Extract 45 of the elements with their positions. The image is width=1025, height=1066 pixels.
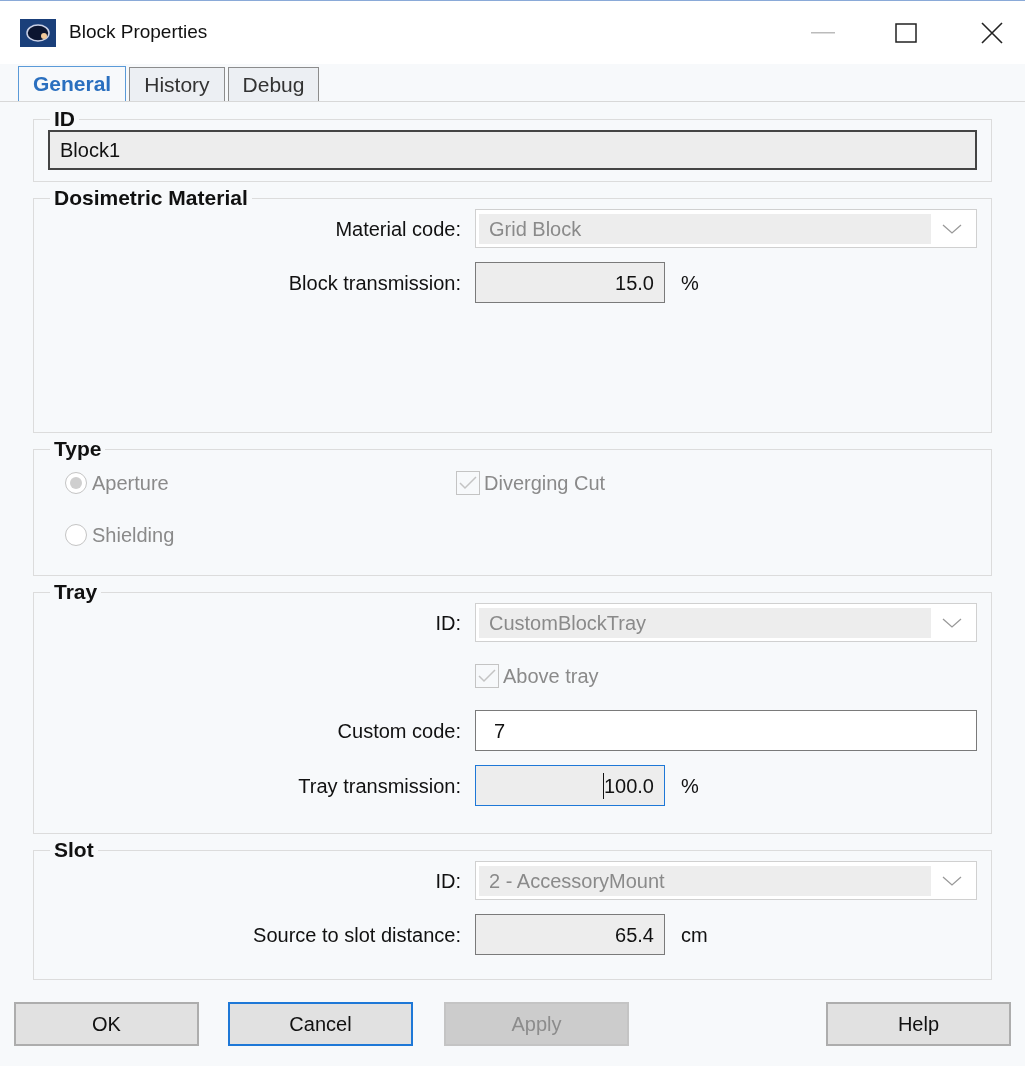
field-label: ID:: [435, 610, 461, 636]
field-label: Block transmission:: [288, 270, 461, 296]
input-field[interactable]: 7: [475, 710, 977, 751]
group-title: Slot: [53, 839, 95, 861]
field-value: Block1: [60, 138, 121, 163]
group-title: Dosimetric Material: [53, 187, 249, 209]
dropdown-value: Grid Block: [489, 216, 582, 242]
chevron-down-icon: [941, 874, 963, 887]
unit-label: %: [681, 773, 699, 799]
dialog-button[interactable]: Help: [826, 1002, 1011, 1046]
minimize-icon[interactable]: [811, 31, 835, 34]
number-field[interactable]: 15.0: [475, 262, 665, 303]
tab[interactable]: Debug: [227, 67, 320, 101]
dropdown-value: 2 - AccessoryMount: [489, 868, 665, 894]
dropdown-value: CustomBlockTray: [489, 610, 647, 636]
field-value: 100.0: [603, 773, 654, 799]
field-label: Source to slot distance:: [253, 922, 461, 948]
number-field[interactable]: 65.4: [475, 914, 665, 955]
dialog-button[interactable]: Cancel: [228, 1002, 413, 1046]
field-label: Custom code:: [337, 718, 461, 744]
option-label: Diverging Cut: [484, 471, 606, 496]
option-label: Above tray: [503, 664, 599, 689]
option-label: Shielding: [92, 523, 175, 548]
window-title: Block Properties: [69, 20, 208, 45]
chevron-down-icon: [941, 222, 963, 235]
option-label: Aperture: [92, 471, 169, 496]
app-icon: [20, 18, 56, 47]
unit-label: cm: [681, 922, 708, 948]
tab[interactable]: General: [18, 66, 127, 101]
field-value: 65.4: [615, 922, 654, 948]
chevron-down-icon: [941, 616, 963, 629]
dialog-button[interactable]: OK: [14, 1002, 199, 1046]
group-title: Type: [53, 438, 103, 460]
group-title: Tray: [53, 581, 99, 603]
field-value: 15.0: [615, 270, 654, 296]
unit-label: %: [681, 270, 699, 296]
maximize-icon[interactable]: [895, 22, 917, 43]
close-icon[interactable]: [981, 21, 1003, 44]
group-title: ID: [53, 108, 76, 130]
field-label: ID:: [435, 868, 461, 894]
field-label: Tray transmission:: [298, 773, 461, 799]
number-field[interactable]: 100.0: [475, 765, 665, 806]
field-value: 7: [494, 718, 506, 744]
tab[interactable]: History: [129, 67, 225, 101]
field-label: Material code:: [335, 216, 461, 242]
